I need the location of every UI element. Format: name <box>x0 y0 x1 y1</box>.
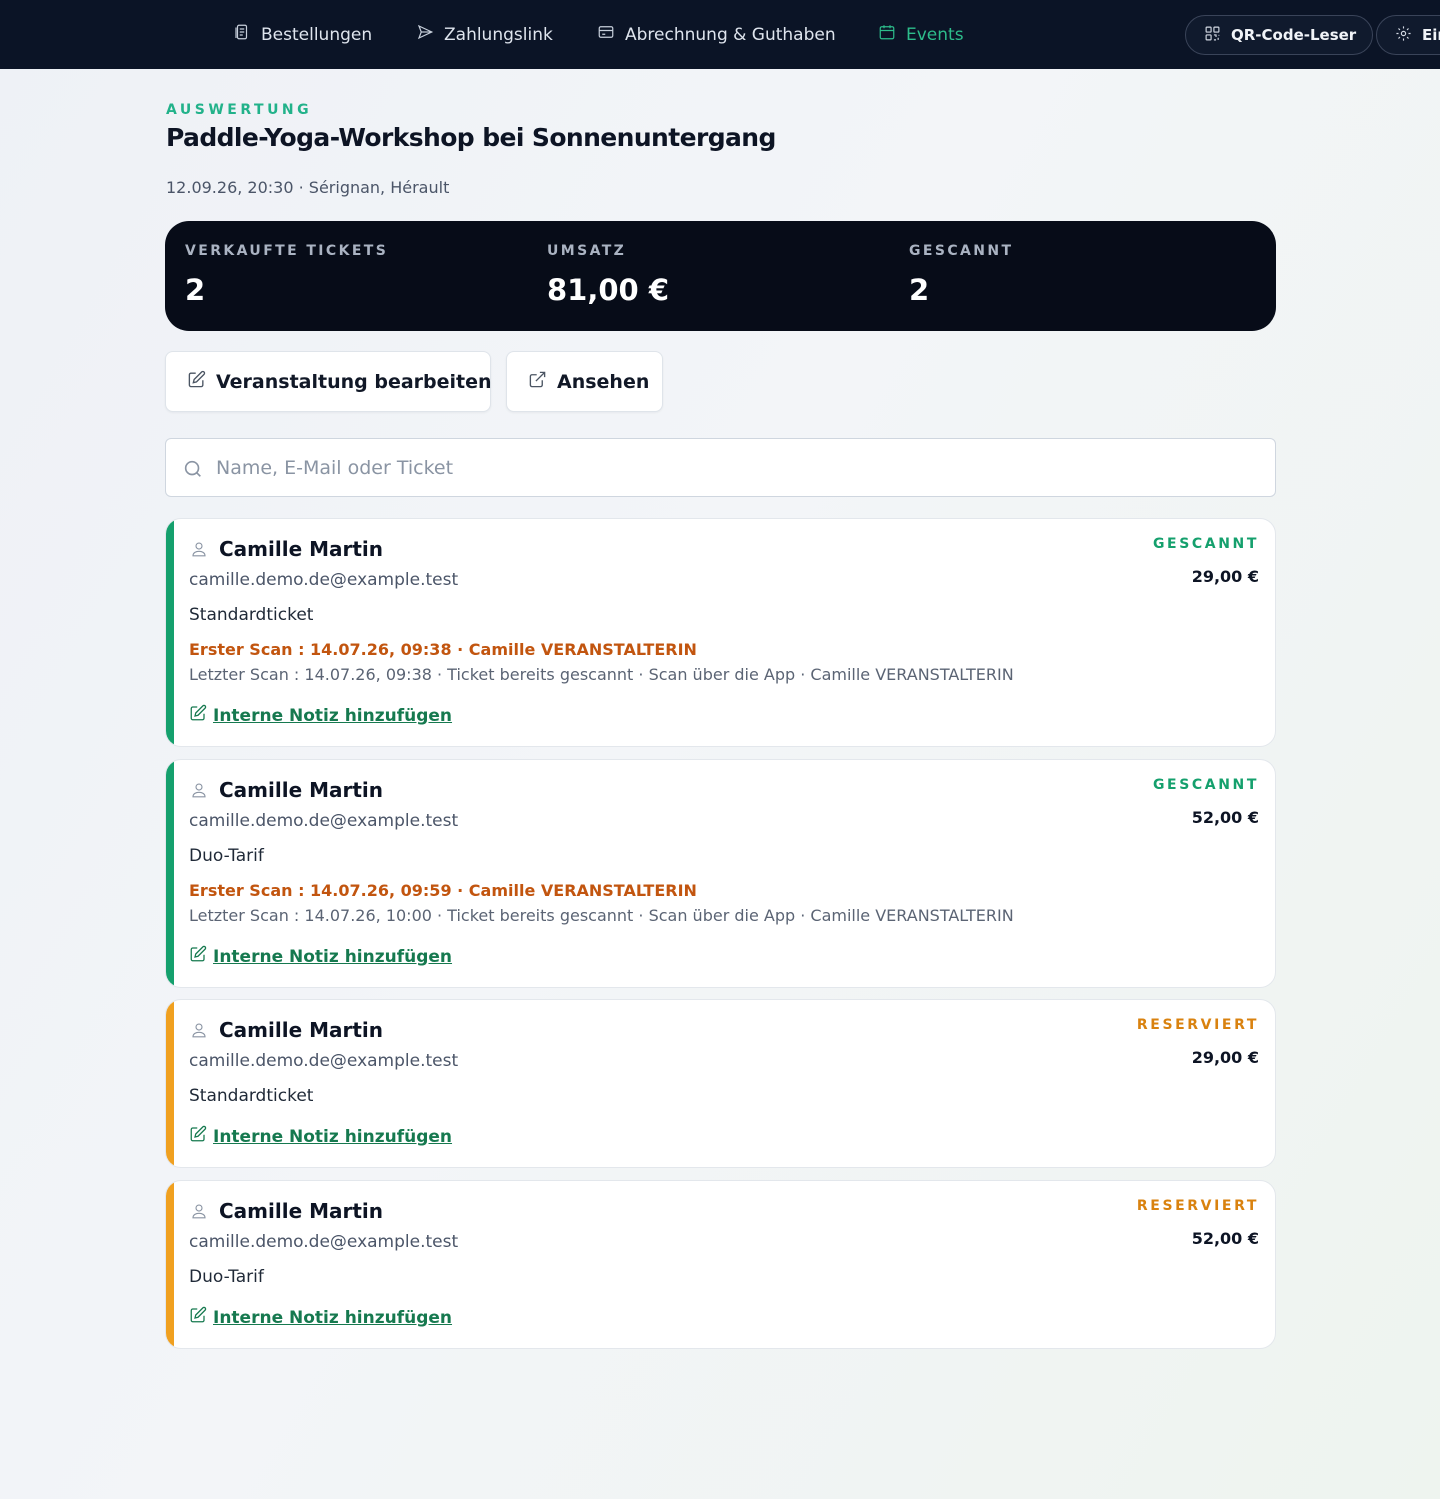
attendee-email: camille.demo.de@example.test <box>189 570 459 590</box>
add-internal-note-label: Interne Notiz hinzufügen <box>213 946 453 967</box>
nav-label: Events <box>906 24 964 45</box>
external-link-icon <box>528 370 547 394</box>
ticket-price: 29,00 € <box>1191 1048 1259 1067</box>
edit-icon <box>187 370 206 394</box>
add-internal-note-label: Interne Notiz hinzufügen <box>213 1126 453 1147</box>
nav-item-bestellungen[interactable]: Bestellungen <box>233 0 372 69</box>
last-scan: Letzter Scan : 14.07.26, 10:00 · Ticket … <box>189 906 1014 925</box>
ticket-type: Standardticket <box>189 1086 314 1106</box>
nav-item-events[interactable]: Events <box>878 0 964 69</box>
edit-icon <box>189 704 207 727</box>
person-icon <box>190 780 208 800</box>
nav-label: Abrechnung & Guthaben <box>625 24 836 45</box>
qr-code-icon <box>1204 25 1221 46</box>
ticket-type: Duo-Tarif <box>189 1267 264 1287</box>
credit-card-icon <box>597 23 615 46</box>
person-icon <box>190 539 208 559</box>
edit-event-button[interactable]: Veranstaltung bearbeiten <box>165 351 492 412</box>
status-indicator-bar <box>166 519 174 746</box>
status-badge: GESCANNT <box>1152 536 1259 552</box>
calendar-icon <box>878 23 896 46</box>
status-badge: RESERVIERT <box>1136 1017 1259 1033</box>
settings-label: Ein <box>1422 26 1440 44</box>
ticket-card: Camille Martin camille.demo.de@example.t… <box>165 1180 1276 1349</box>
attendee-name: Camille Martin <box>219 1199 384 1223</box>
attendee-email: camille.demo.de@example.test <box>189 811 459 831</box>
first-scan: Erster Scan : 14.07.26, 09:38 · Camille … <box>189 640 697 659</box>
status-indicator-bar <box>166 1181 174 1348</box>
status-indicator-bar <box>166 1000 174 1167</box>
ticket-price: 29,00 € <box>1191 567 1259 586</box>
section-eyebrow: AUSWERTUNG <box>166 102 313 118</box>
add-internal-note-label: Interne Notiz hinzufügen <box>213 1307 453 1328</box>
event-meta: 12.09.26, 20:30 · Sérignan, Hérault <box>166 178 450 197</box>
ticket-price: 52,00 € <box>1191 1229 1259 1248</box>
stat-label: GESCANNT <box>909 243 1014 259</box>
edit-icon <box>189 945 207 968</box>
top-navigation-bar: Bestellungen Zahlungslink Abrechnung & G… <box>0 0 1440 69</box>
stat-value: 2 <box>909 273 930 307</box>
edit-icon <box>189 1125 207 1148</box>
stats-panel: VERKAUFTE TICKETS 2 UMSATZ 81,00 € GESCA… <box>165 221 1276 331</box>
ticket-card: Camille Martin camille.demo.de@example.t… <box>165 759 1276 988</box>
ticket-price: 52,00 € <box>1191 808 1259 827</box>
edit-event-label: Veranstaltung bearbeiten <box>216 370 492 393</box>
search-input[interactable] <box>216 439 1256 496</box>
status-badge: GESCANNT <box>1152 777 1259 793</box>
edit-icon <box>189 1306 207 1329</box>
nav-label: Bestellungen <box>261 24 373 45</box>
add-internal-note-link[interactable]: Interne Notiz hinzufügen <box>189 1306 452 1329</box>
ticket-type: Standardticket <box>189 605 314 625</box>
attendee-email: camille.demo.de@example.test <box>189 1232 459 1252</box>
ticket-type: Duo-Tarif <box>189 846 264 866</box>
view-event-label: Ansehen <box>557 370 650 393</box>
status-indicator-bar <box>166 760 174 987</box>
first-scan: Erster Scan : 14.07.26, 09:59 · Camille … <box>189 881 697 900</box>
status-badge: RESERVIERT <box>1136 1198 1259 1214</box>
stat-label: VERKAUFTE TICKETS <box>185 243 389 259</box>
nav-item-zahlungslink[interactable]: Zahlungslink <box>416 0 553 69</box>
stat-value: 81,00 € <box>547 273 670 307</box>
stat-value: 2 <box>185 273 206 307</box>
last-scan: Letzter Scan : 14.07.26, 09:38 · Ticket … <box>189 665 1014 684</box>
add-internal-note-label: Interne Notiz hinzufügen <box>213 705 453 726</box>
nav-item-abrechnung[interactable]: Abrechnung & Guthaben <box>597 0 836 69</box>
send-icon <box>416 23 434 46</box>
search-box <box>165 438 1276 497</box>
add-internal-note-link[interactable]: Interne Notiz hinzufügen <box>189 945 452 968</box>
gear-icon <box>1395 25 1412 46</box>
attendee-name: Camille Martin <box>219 1018 384 1042</box>
view-event-button[interactable]: Ansehen <box>506 351 663 412</box>
add-internal-note-link[interactable]: Interne Notiz hinzufügen <box>189 704 452 727</box>
nav-label: Zahlungslink <box>444 24 553 45</box>
stat-label: UMSATZ <box>547 243 627 259</box>
receipt-icon <box>233 23 251 46</box>
ticket-card: Camille Martin camille.demo.de@example.t… <box>165 999 1276 1168</box>
qr-code-reader-label: QR-Code-Leser <box>1231 26 1357 44</box>
qr-code-reader-button[interactable]: QR-Code-Leser <box>1185 15 1374 55</box>
ticket-card: Camille Martin camille.demo.de@example.t… <box>165 518 1276 747</box>
settings-button[interactable]: Ein <box>1376 15 1440 55</box>
add-internal-note-link[interactable]: Interne Notiz hinzufügen <box>189 1125 452 1148</box>
page-title: Paddle-Yoga-Workshop bei Sonnenuntergang <box>166 123 776 152</box>
attendee-name: Camille Martin <box>219 778 384 802</box>
attendee-email: camille.demo.de@example.test <box>189 1051 459 1071</box>
attendee-name: Camille Martin <box>219 537 384 561</box>
person-icon <box>190 1201 208 1221</box>
person-icon <box>190 1020 208 1040</box>
